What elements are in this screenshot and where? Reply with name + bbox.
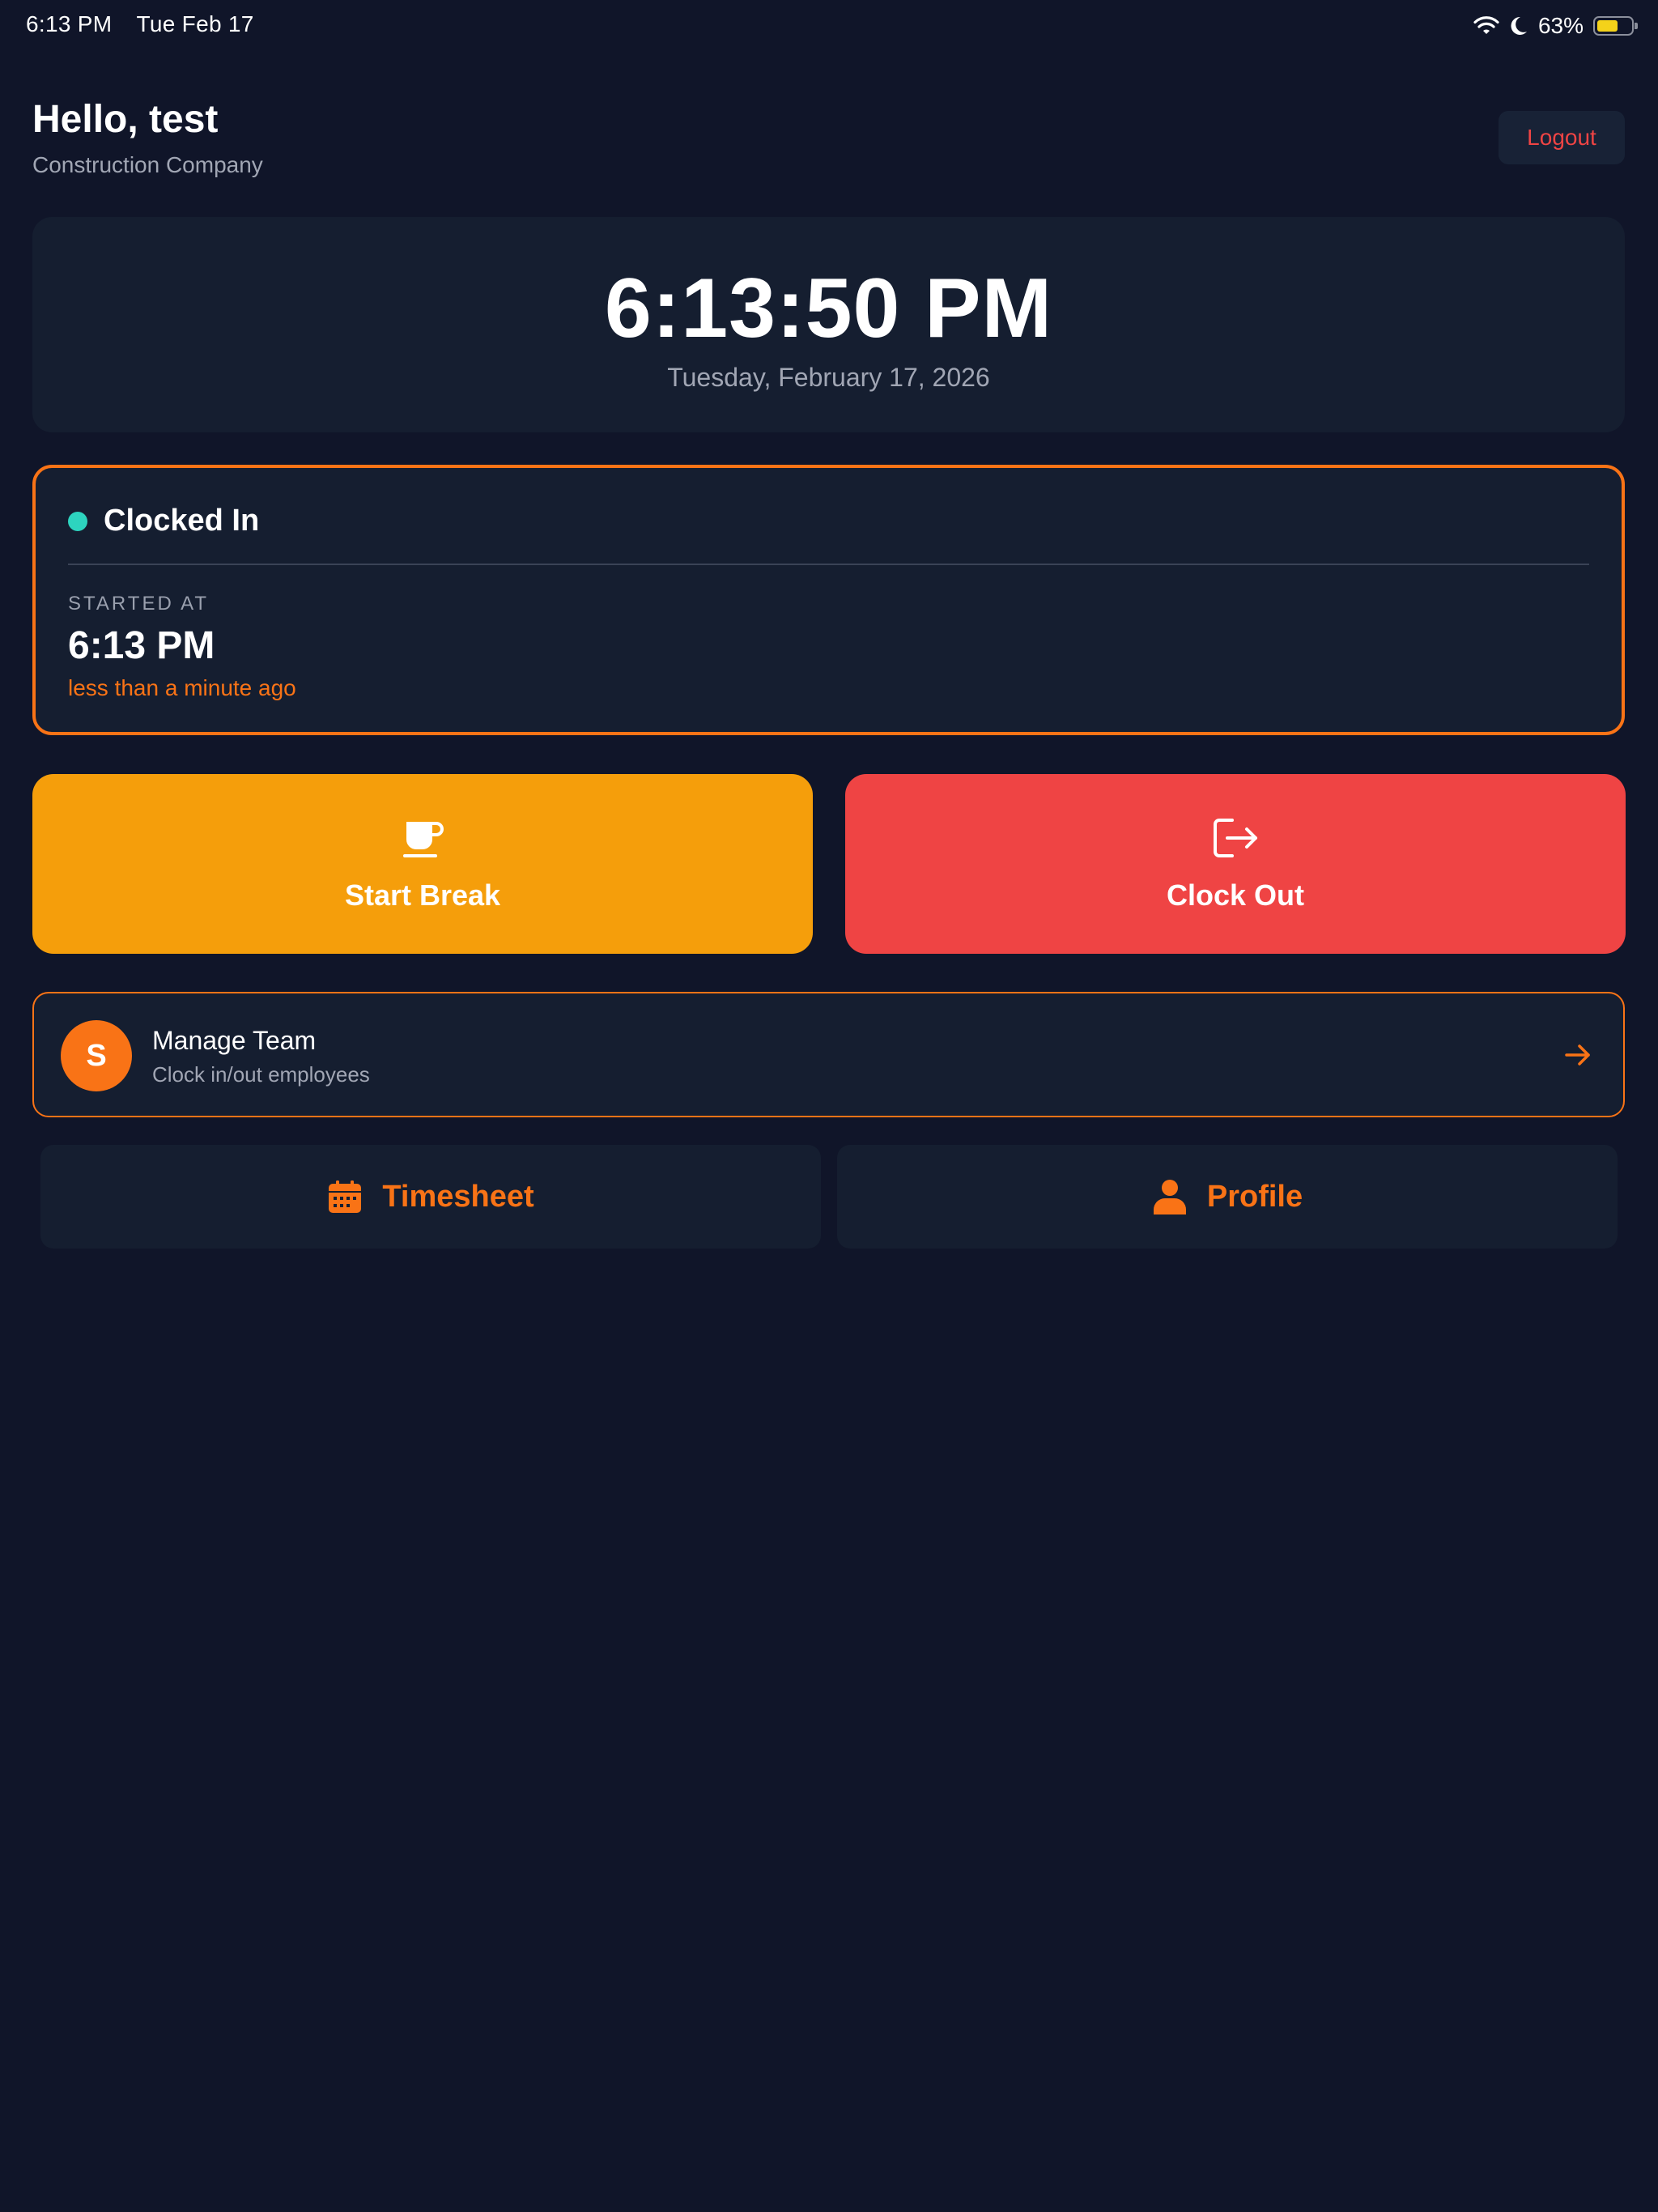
- company-name: Construction Company: [32, 152, 263, 177]
- status-time: 6:13 PM: [26, 11, 113, 36]
- greeting-title: Hello, test: [32, 98, 219, 141]
- clock-out-label: Clock Out: [1166, 878, 1304, 912]
- status-divider: [68, 564, 1589, 565]
- arrow-right-icon: [1565, 1044, 1590, 1066]
- status-date: Tue Feb 17: [136, 11, 254, 36]
- profile-button[interactable]: Profile: [837, 1145, 1618, 1249]
- battery-percent: 63%: [1537, 13, 1584, 38]
- moon-icon: [1511, 16, 1527, 35]
- sign-out-icon: [1214, 819, 1257, 857]
- avatar: S: [61, 1020, 132, 1091]
- status-bar-left: 6:13 PM Tue Feb 17: [26, 11, 254, 37]
- start-break-button[interactable]: Start Break: [32, 774, 813, 954]
- app-screen: 6:13 PM Tue Feb 17 63% Hello, test Const…: [0, 0, 1658, 2212]
- clock-card: 6:13:50 PM Tuesday, February 17, 2026: [32, 217, 1625, 432]
- battery-fill: [1597, 20, 1618, 32]
- status-bar-right: 63%: [1473, 11, 1638, 40]
- manage-team-card[interactable]: S Manage Team Clock in/out employees: [32, 992, 1625, 1117]
- timesheet-label: Timesheet: [382, 1179, 534, 1214]
- status-indicator-dot: [68, 512, 87, 531]
- person-icon: [1153, 1180, 1186, 1214]
- clock-out-button[interactable]: Clock Out: [845, 774, 1626, 954]
- status-bar: 6:13 PM Tue Feb 17 63%: [0, 0, 1658, 52]
- started-at-time: 6:13 PM: [68, 624, 215, 667]
- battery-nub: [1635, 23, 1638, 29]
- profile-label: Profile: [1206, 1179, 1303, 1214]
- timesheet-button[interactable]: Timesheet: [40, 1145, 821, 1249]
- elapsed-time: less than a minute ago: [68, 675, 296, 700]
- status-label: Clocked In: [104, 504, 260, 538]
- start-break-label: Start Break: [344, 878, 501, 912]
- wifi-icon: [1473, 16, 1499, 34]
- current-time: 6:13:50 PM: [604, 262, 1053, 355]
- logout-button[interactable]: Logout: [1499, 111, 1625, 164]
- current-date: Tuesday, February 17, 2026: [667, 363, 990, 392]
- status-card: Clocked In STARTED AT 6:13 PM less than …: [32, 465, 1625, 735]
- calendar-icon: [329, 1180, 362, 1213]
- manage-team-title: Manage Team: [152, 1026, 317, 1055]
- battery-icon: [1593, 16, 1638, 36]
- coffee-cup-icon: [403, 822, 444, 857]
- manage-team-subtitle: Clock in/out employees: [152, 1062, 370, 1087]
- started-at-label: STARTED AT: [68, 593, 210, 615]
